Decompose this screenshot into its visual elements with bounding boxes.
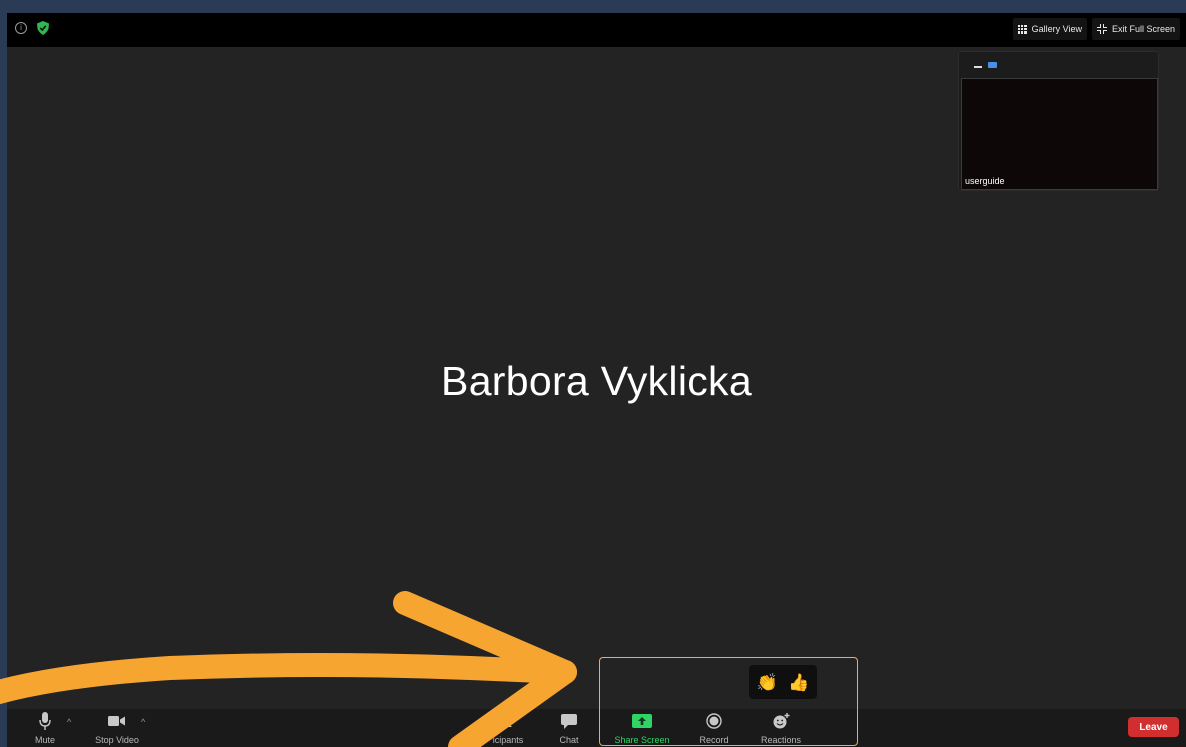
participants-label: icipants — [492, 735, 524, 745]
stop-video-button[interactable]: Stop Video — [91, 709, 143, 747]
chat-bubble-icon — [561, 713, 577, 729]
meeting-toolbar: Mute ^ Stop Video ^ icipants Chat Share … — [7, 709, 1186, 747]
active-speaker-name: Barbora Vyklicka — [441, 358, 752, 404]
leave-button[interactable]: Leave — [1128, 717, 1179, 737]
audio-options-caret-icon[interactable]: ^ — [67, 717, 71, 727]
minimize-icon[interactable] — [974, 66, 982, 68]
grid-icon — [1017, 24, 1027, 34]
video-options-caret-icon[interactable]: ^ — [141, 717, 145, 727]
top-bar: i Gallery View Exit Full Screen — [7, 13, 1186, 47]
switch-view-icon[interactable] — [988, 62, 997, 68]
chat-button[interactable]: Chat — [555, 709, 583, 747]
chat-label: Chat — [559, 735, 579, 745]
stop-video-label: Stop Video — [95, 735, 139, 745]
info-icon[interactable]: i — [15, 22, 27, 34]
shield-icon[interactable] — [37, 21, 49, 35]
mute-button[interactable]: Mute — [31, 709, 59, 747]
self-view-name: userguide — [965, 176, 1005, 186]
self-view-video: userguide — [961, 78, 1158, 190]
mute-label: Mute — [34, 735, 55, 745]
gallery-view-label: Gallery View — [1031, 24, 1082, 34]
video-camera-icon — [108, 716, 125, 726]
exit-full-screen-icon — [1096, 24, 1107, 34]
exit-full-screen-button[interactable]: Exit Full Screen — [1091, 18, 1180, 40]
exit-full-screen-label: Exit Full Screen — [1111, 24, 1175, 34]
self-view-panel[interactable]: userguide — [958, 51, 1159, 191]
participants-button[interactable]: icipants — [485, 709, 531, 747]
microphone-icon — [39, 712, 51, 730]
highlight-box — [599, 657, 858, 746]
participants-icon — [500, 715, 512, 727]
meeting-window: i Gallery View Exit Full Screen userguid… — [7, 13, 1186, 747]
gallery-view-button[interactable]: Gallery View — [1012, 18, 1087, 40]
